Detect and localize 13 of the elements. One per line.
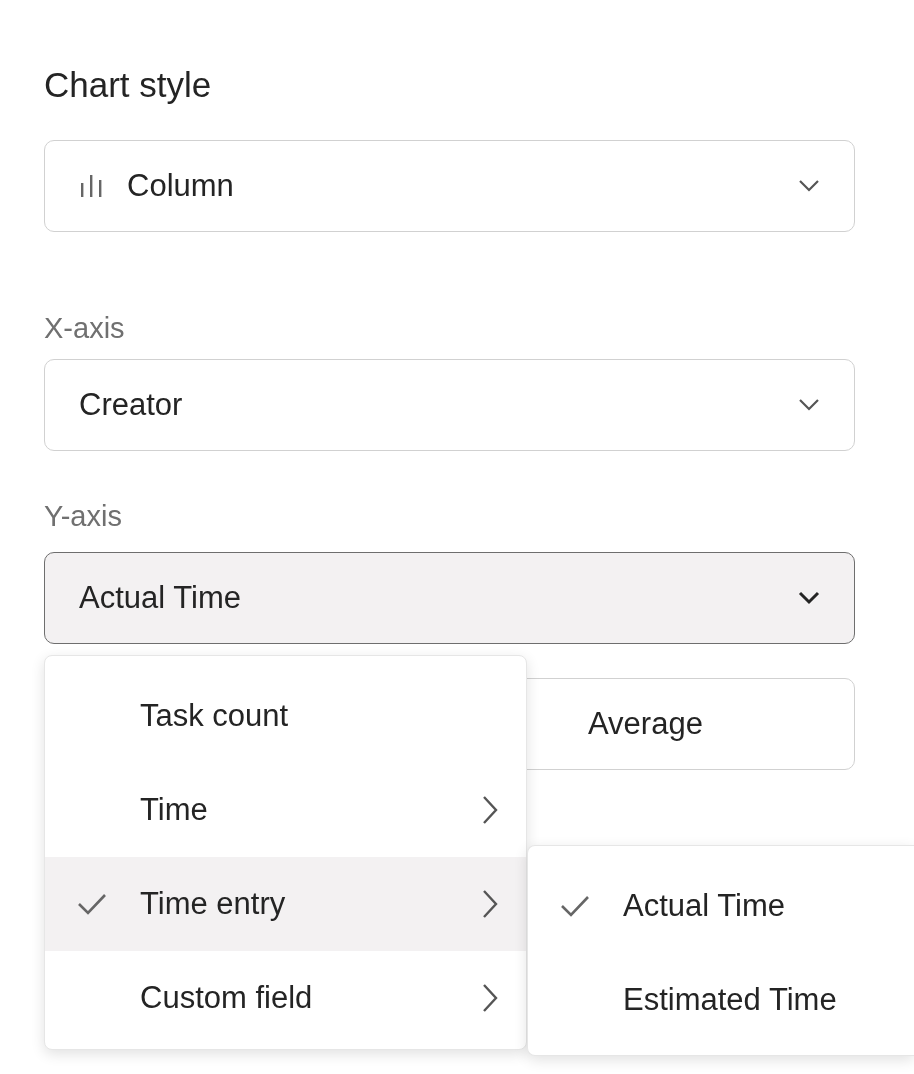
x-axis-dropdown[interactable]: Creator (44, 359, 855, 451)
menu-item[interactable]: Estimated Time (528, 953, 914, 1047)
menu-item[interactable]: Time entry (45, 857, 526, 951)
menu-item[interactable]: Actual Time (528, 859, 914, 953)
chevron-down-icon (798, 398, 820, 412)
field-label: X-axis (44, 311, 126, 346)
y-axis-dropdown[interactable]: Actual Time (44, 552, 855, 644)
chart-style-dropdown[interactable]: Column (44, 140, 855, 232)
field-label: Y-axis (44, 499, 123, 534)
chevron-down-icon (798, 179, 820, 193)
section-heading: Chart style (44, 64, 212, 106)
chevron-down-icon (798, 591, 820, 605)
menu-item[interactable]: Custom field (45, 951, 526, 1045)
